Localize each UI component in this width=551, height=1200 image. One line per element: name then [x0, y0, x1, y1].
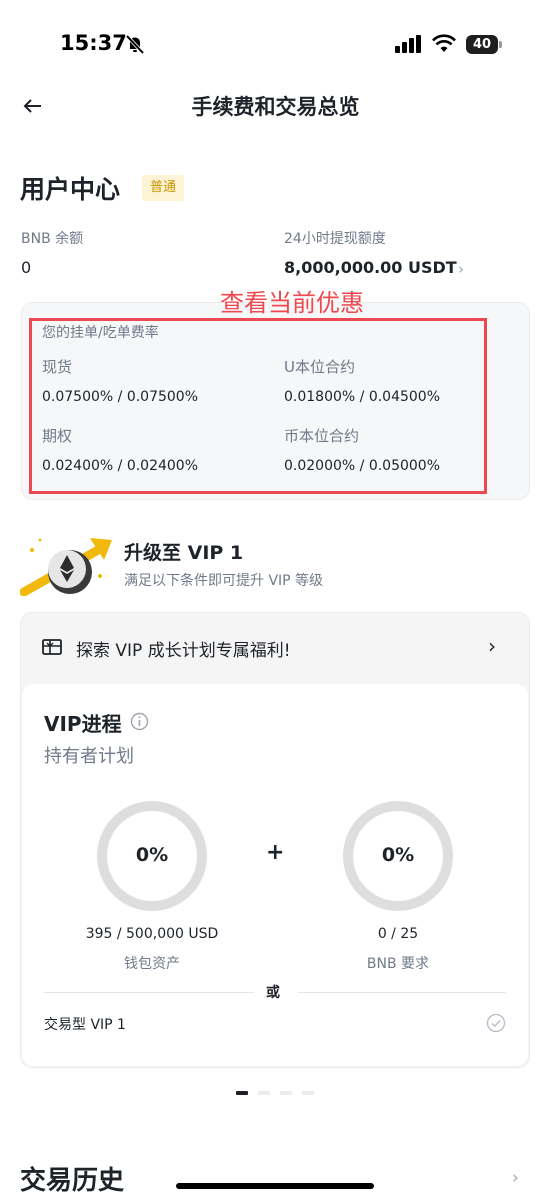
- trade-history-title[interactable]: 交易历史: [20, 1160, 124, 1197]
- battery-icon: 40: [466, 35, 502, 54]
- upgrade-subtitle: 满足以下条件即可提升 VIP 等级: [124, 573, 324, 589]
- divider-right: [298, 992, 506, 993]
- upgrade-title: 升级至 VIP 1: [124, 542, 244, 564]
- bnb-requirement-label: BNB 要求: [366, 956, 430, 972]
- pager-dot-active[interactable]: [236, 1091, 248, 1095]
- check-circle-icon: [486, 1013, 506, 1033]
- annotation-text: 查看当前优惠: [220, 289, 364, 317]
- fee-rate-title: 您的挂单/吃单费率: [42, 325, 159, 341]
- fee-options-value: 0.02400% / 0.02400%: [42, 458, 199, 474]
- chevron-right-icon[interactable]: ›: [458, 260, 464, 278]
- wallet-asset-label: 钱包资产: [124, 956, 180, 972]
- status-bar: 15:37 40: [0, 0, 551, 90]
- pager-dot[interactable]: [280, 1091, 292, 1095]
- trading-vip-label: 交易型 VIP 1: [44, 1017, 126, 1033]
- status-time: 15:37: [60, 31, 127, 55]
- bnb-balance-label: BNB 余额: [21, 231, 84, 247]
- user-center-title: 用户中心: [20, 175, 121, 204]
- explore-vip-label: 探索 VIP 成长计划专属福利!: [76, 641, 291, 661]
- fee-coinm-futures-value: 0.02000% / 0.05000%: [284, 458, 441, 474]
- chevron-right-icon: ›: [488, 634, 496, 658]
- wallet-asset-percent: 0%: [135, 844, 169, 866]
- battery-level: 40: [466, 35, 498, 54]
- plus-sign: +: [266, 840, 285, 865]
- divider-left: [44, 992, 254, 993]
- pager-dot[interactable]: [302, 1091, 314, 1095]
- explore-vip-row[interactable]: 探索 VIP 成长计划专属福利! ›: [20, 612, 530, 682]
- fee-coinm-futures-label: 币本位合约: [284, 427, 360, 445]
- carousel-pager: [236, 1091, 316, 1095]
- bnb-requirement-amount: 0 / 25: [377, 926, 419, 942]
- bnb-requirement-percent: 0%: [381, 844, 415, 866]
- bnb-balance-value: 0: [21, 258, 32, 277]
- vip-plan-name: 持有者计划: [44, 746, 134, 767]
- gift-card-icon: [42, 639, 62, 655]
- fee-options-label: 期权: [42, 427, 73, 445]
- fee-usdm-futures-value: 0.01800% / 0.04500%: [284, 389, 441, 405]
- home-indicator: [176, 1183, 374, 1189]
- vip-progress-title: VIP进程: [44, 712, 122, 736]
- page-title: 手续费和交易总览: [191, 95, 360, 119]
- tier-badge: 普通: [142, 175, 185, 201]
- bell-slash-icon: [125, 34, 145, 55]
- chevron-right-icon[interactable]: ›: [512, 1168, 519, 1188]
- fee-spot-value: 0.07500% / 0.07500%: [42, 389, 199, 405]
- pager-dot[interactable]: [258, 1091, 270, 1095]
- fee-usdm-futures-label: U本位合约: [284, 358, 355, 376]
- signal-icon: [395, 35, 421, 53]
- vip-upgrade-icon: [20, 538, 112, 596]
- withdraw-limit-label: 24小时提现额度: [284, 231, 386, 247]
- page-header: 手续费和交易总览: [0, 80, 551, 135]
- info-icon[interactable]: [130, 712, 149, 731]
- fee-spot-label: 现货: [42, 358, 73, 376]
- withdraw-limit-value[interactable]: 8,000,000.00 USDT: [284, 258, 457, 277]
- or-separator: 或: [266, 985, 280, 1001]
- wallet-asset-amount: 395 / 500,000 USD: [85, 926, 219, 942]
- wifi-icon: [432, 34, 456, 52]
